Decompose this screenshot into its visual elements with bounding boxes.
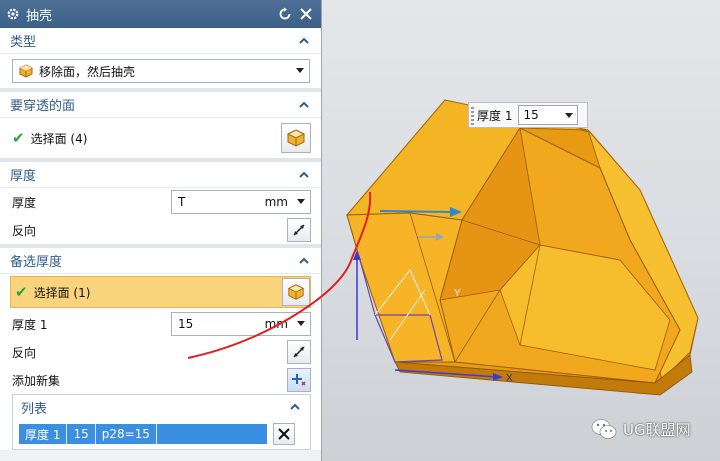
- wechat-icon: [591, 419, 617, 439]
- thickness-direction-arrow-icon: [379, 210, 451, 213]
- x-axis-label: X: [506, 373, 513, 384]
- floating-thickness-value: 15: [523, 108, 539, 122]
- y-axis-label: Y: [454, 288, 461, 299]
- watermark: UG联盟网: [591, 418, 691, 440]
- watermark-text: UG联盟网: [623, 420, 691, 439]
- floating-thickness-label: 厚度 1: [477, 108, 513, 123]
- drag-handle-icon[interactable]: [471, 107, 474, 125]
- shell-model: X Y: [187, 99, 699, 396]
- red-annotation-stroke: [187, 191, 372, 359]
- floating-thickness-select[interactable]: 15: [518, 105, 579, 125]
- floating-thickness-input[interactable]: 厚度 1 15: [468, 102, 588, 128]
- chevron-down-icon: [565, 113, 574, 118]
